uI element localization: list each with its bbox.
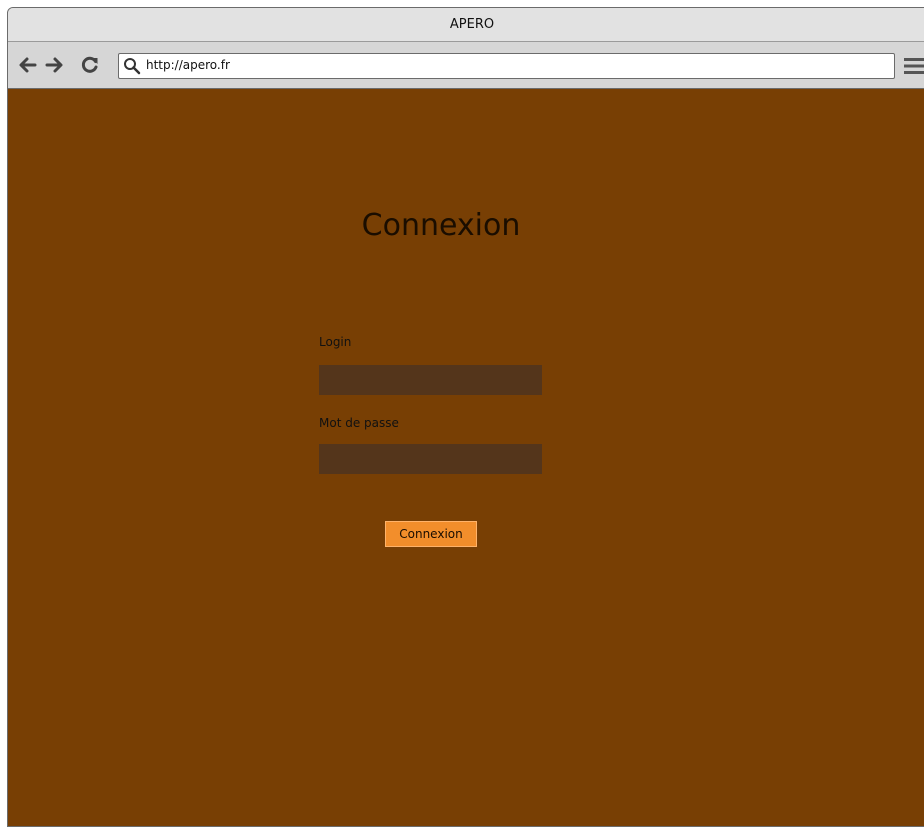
search-icon [124, 58, 141, 75]
page-content: Connexion Login Mot de passe Connexion [8, 89, 924, 826]
reload-icon [81, 56, 98, 73]
page-title: Connexion [361, 208, 521, 243]
address-bar[interactable] [118, 53, 895, 79]
browser-toolbar [8, 42, 924, 89]
window-titlebar: APERO [8, 8, 924, 42]
browser-window: APERO http://apero.fr Connexion Login Mo… [7, 7, 924, 827]
arrow-right-icon [45, 57, 63, 73]
login-label: Login [319, 335, 352, 349]
menu-button[interactable] [904, 57, 924, 75]
url-input[interactable] [146, 54, 846, 77]
password-input[interactable] [319, 444, 542, 474]
login-input[interactable] [319, 365, 542, 395]
connexion-button[interactable]: Connexion [385, 521, 477, 547]
password-label: Mot de passe [319, 416, 399, 430]
reload-button[interactable] [80, 55, 100, 75]
back-button[interactable] [17, 55, 37, 75]
hamburger-menu-icon [904, 58, 924, 74]
forward-button[interactable] [45, 55, 65, 75]
window-title: APERO [449, 17, 495, 32]
arrow-left-icon [19, 57, 37, 73]
